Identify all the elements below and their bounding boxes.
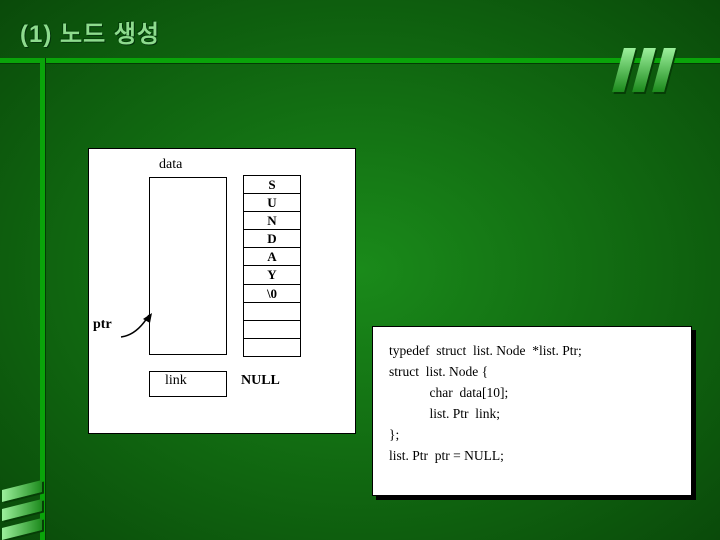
slide-title: (1) 노드 생성 — [20, 14, 160, 49]
code-listing: typedef struct list. Node *list. Ptr; st… — [372, 326, 692, 496]
slide-root: (1) 노드 생성 data S U N D A Y \0 link NULL … — [0, 0, 720, 540]
code-line: list. Ptr ptr = NULL; — [389, 446, 675, 467]
decoration-stripes-top-right — [612, 48, 676, 92]
node-diagram: data S U N D A Y \0 link NULL ptr — [88, 148, 356, 434]
array-cell — [244, 303, 300, 321]
title-rule-horizontal — [0, 58, 720, 64]
code-line: char data[10]; — [389, 383, 675, 404]
link-value-null: NULL — [241, 373, 280, 389]
field-label-link: link — [165, 373, 187, 389]
decoration-stripes-bottom-left — [2, 480, 42, 540]
array-cell: Y — [244, 266, 300, 284]
array-cell: D — [244, 230, 300, 248]
array-cell: \0 — [244, 285, 300, 303]
code-line: }; — [389, 425, 675, 446]
code-line: typedef struct list. Node *list. Ptr; — [389, 341, 675, 362]
node-outer-box — [149, 177, 227, 355]
title-rule-vertical — [40, 58, 46, 540]
field-label-data: data — [159, 157, 182, 173]
pointer-label-ptr: ptr — [93, 317, 112, 333]
code-line: list. Ptr link; — [389, 404, 675, 425]
data-array-table: S U N D A Y \0 — [243, 175, 301, 357]
array-cell: N — [244, 212, 300, 230]
code-line: struct list. Node { — [389, 362, 675, 383]
array-cell: U — [244, 194, 300, 212]
link-field-box — [149, 371, 227, 397]
array-cell: S — [244, 176, 300, 194]
array-cell: A — [244, 248, 300, 266]
array-cell — [244, 339, 300, 356]
array-cell — [244, 321, 300, 339]
